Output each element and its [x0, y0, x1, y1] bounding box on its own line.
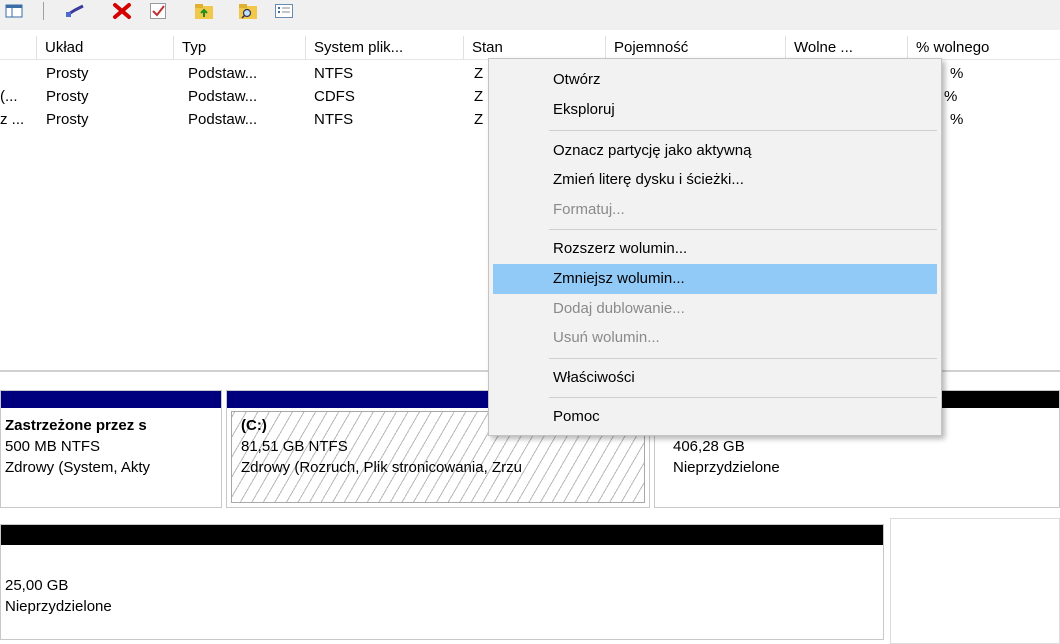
menu-item-extend[interactable]: Rozszerz wolumin...: [493, 234, 937, 264]
connect-icon[interactable]: [64, 0, 88, 22]
column-header-layout[interactable]: Układ: [36, 36, 173, 60]
volume-block-reserved[interactable]: Zastrzeżone przez s 500 MB NTFS Zdrowy (…: [0, 390, 222, 508]
cell-volume: z ...: [0, 111, 25, 128]
menu-item-change-letter[interactable]: Zmień literę dysku i ścieżki...: [493, 165, 937, 195]
cell-layout: Prosty: [46, 111, 89, 128]
menu-item-delete: Usuń wolumin...: [553, 329, 660, 346]
layout-icon[interactable]: [2, 0, 26, 22]
column-header-percent-free[interactable]: % wolnego: [907, 36, 1060, 60]
properties-icon[interactable]: [272, 0, 296, 22]
menu-separator: [549, 358, 937, 359]
cell-type: Podstaw...: [188, 111, 258, 128]
volume-status: Zdrowy (System, Akty: [5, 459, 151, 476]
menu-item-help[interactable]: Pomoc: [493, 402, 937, 432]
menu-item-explore[interactable]: Eksploruj: [493, 95, 937, 125]
volume-size: 406,28 GB: [673, 438, 745, 455]
toolbar: [0, 0, 1060, 30]
cell-status: Z: [474, 88, 484, 105]
folder-up-icon[interactable]: [192, 0, 216, 22]
cell-status: Z: [474, 111, 484, 128]
primary-partition-bar: [1, 391, 221, 408]
check-icon[interactable]: [146, 0, 170, 22]
search-folder-icon[interactable]: [236, 0, 260, 22]
menu-item-shrink[interactable]: Zmniejsz wolumin...: [493, 264, 937, 294]
cell-type: Podstaw...: [188, 65, 258, 82]
volume-status: Nieprzydzielone: [673, 459, 780, 476]
column-header-capacity[interactable]: Pojemność: [605, 36, 785, 60]
cell-volume: (...: [0, 88, 18, 105]
column-header-filesystem[interactable]: System plik...: [305, 36, 463, 60]
volume-status: Zdrowy (Rozruch, Plik stronicowania, Zrz…: [241, 459, 522, 476]
menu-item-open[interactable]: Otwórz: [493, 65, 937, 95]
empty-disk-area: [890, 518, 1060, 644]
menu-item-mark-active[interactable]: Oznacz partycję jako aktywną: [493, 136, 937, 166]
cell-percent-free: %: [944, 88, 958, 105]
menu-item-add-mirror: Dodaj dublowanie...: [553, 300, 685, 317]
volume-size: 25,00 GB: [5, 577, 69, 594]
column-header-type[interactable]: Typ: [173, 36, 305, 60]
cell-layout: Prosty: [46, 88, 89, 105]
cell-layout: Prosty: [46, 65, 89, 82]
cell-percent-free: %: [950, 111, 964, 128]
column-header-free[interactable]: Wolne ...: [785, 36, 907, 60]
toolbar-separator: [43, 2, 44, 20]
menu-item-format: Formatuj...: [553, 201, 625, 218]
cell-status: Z: [474, 65, 484, 82]
volume-size: 81,51 GB NTFS: [241, 438, 348, 455]
delete-icon[interactable]: [110, 0, 134, 22]
context-menu: Otwórz Eksploruj Oznacz partycję jako ak…: [488, 58, 942, 436]
cell-filesystem: NTFS: [314, 65, 354, 82]
list-header: Układ Typ System plik... Stan Pojemność …: [0, 36, 1060, 60]
cell-filesystem: NTFS: [314, 111, 354, 128]
volume-title: (C:): [241, 417, 267, 434]
cell-filesystem: CDFS: [314, 88, 355, 105]
volume-status: Nieprzydzielone: [5, 598, 112, 615]
menu-separator: [549, 130, 937, 131]
cell-percent-free: %: [950, 65, 964, 82]
volume-size: 500 MB NTFS: [5, 438, 101, 455]
menu-separator: [549, 229, 937, 230]
unallocated-bar: [1, 525, 883, 545]
menu-separator: [549, 397, 937, 398]
cell-type: Podstaw...: [188, 88, 258, 105]
volume-title: Zastrzeżone przez s: [5, 417, 147, 434]
volume-block-unallocated-2[interactable]: 25,00 GB Nieprzydzielone: [0, 524, 884, 640]
column-header-status[interactable]: Stan: [463, 36, 605, 60]
menu-item-properties[interactable]: Właściwości: [493, 363, 937, 393]
